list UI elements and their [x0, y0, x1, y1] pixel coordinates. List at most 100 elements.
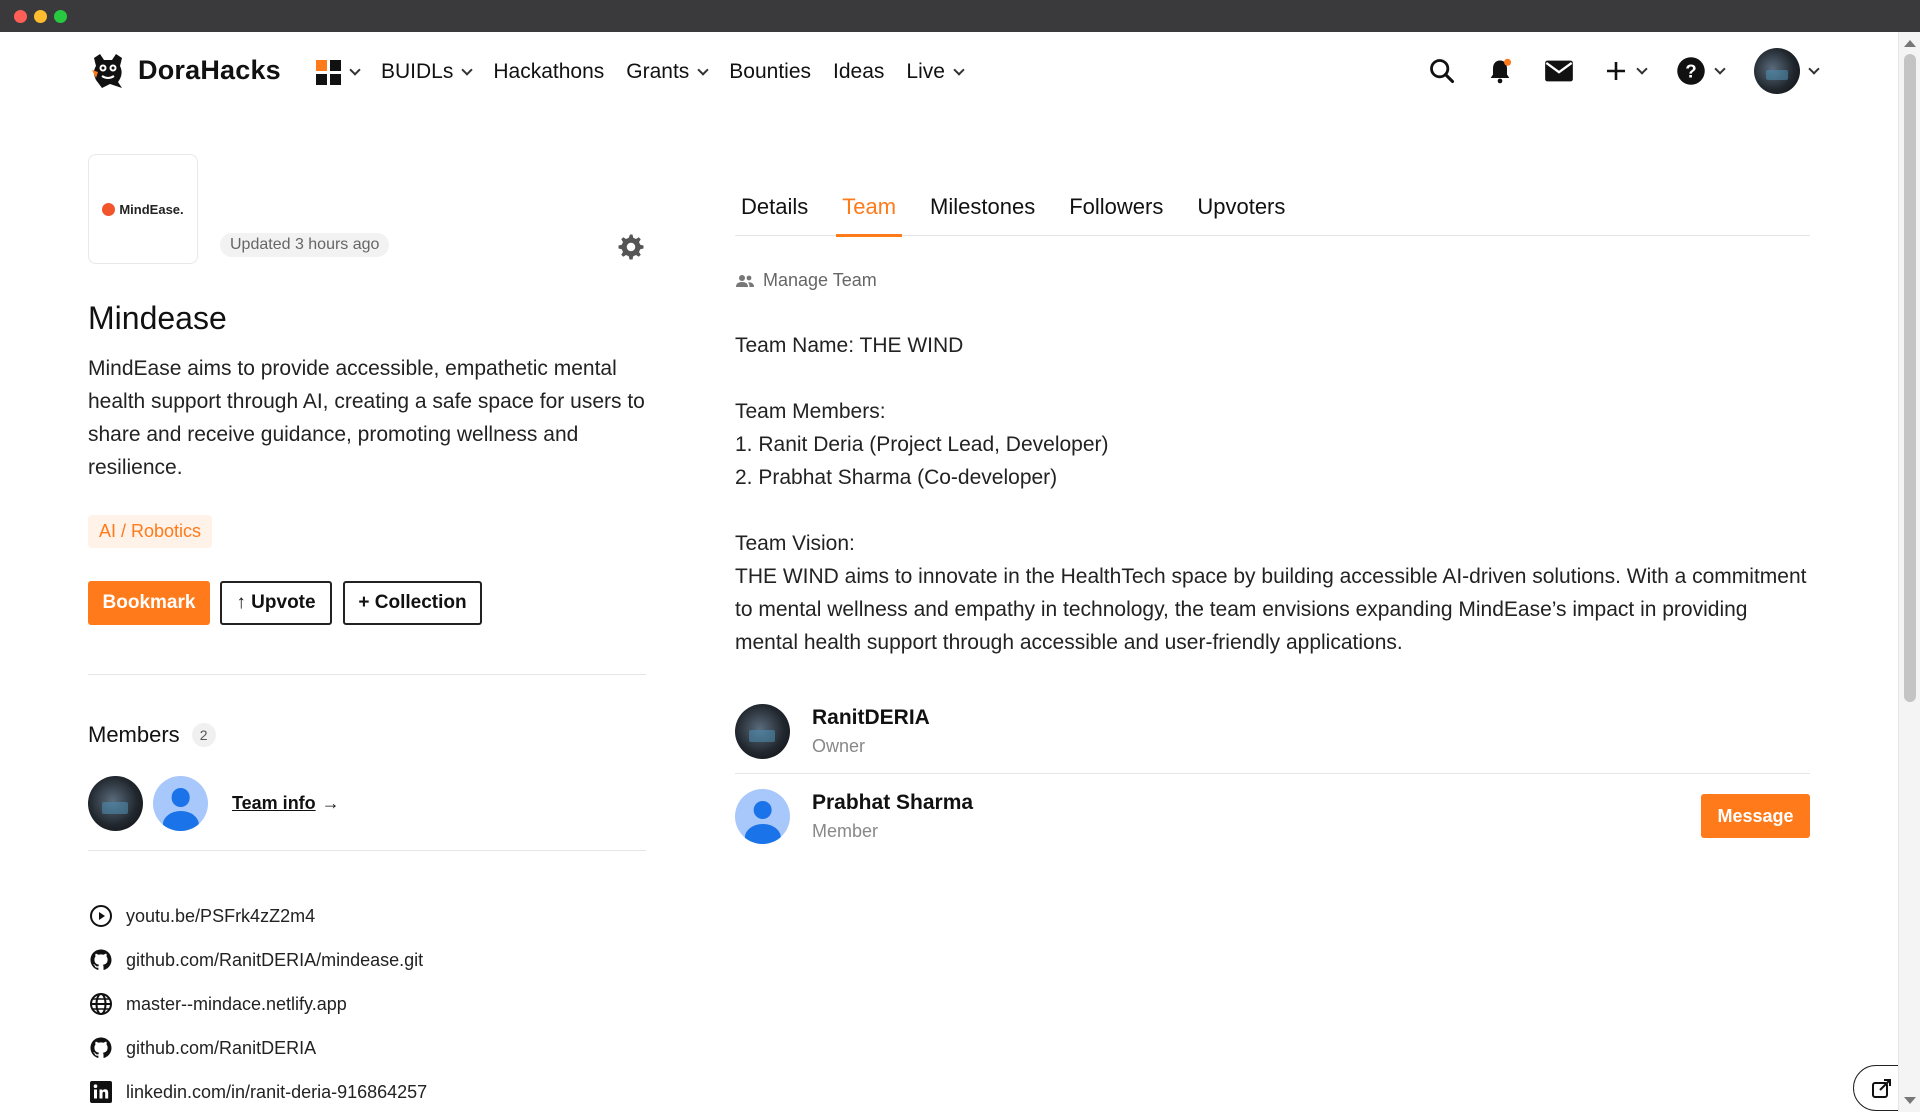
main-nav: BUIDLs Hackathons Grants Bounties Ideas … — [316, 54, 985, 90]
github-icon — [88, 947, 114, 973]
member-avatars: Team info → — [88, 776, 340, 831]
user-menu-button[interactable] — [1754, 48, 1820, 94]
close-window-button[interactable] — [14, 10, 27, 23]
chevron-down-icon — [953, 63, 965, 76]
team-member-row: Prabhat Sharma Member Message — [735, 774, 1810, 858]
project-tabs: Details Team Milestones Followers Upvote… — [735, 180, 1810, 237]
notifications-button[interactable] — [1486, 57, 1514, 85]
link-website[interactable]: master--mindace.netlify.app — [88, 982, 427, 1026]
link-linkedin[interactable]: linkedin.com/in/ranit-deria-916864257 — [88, 1070, 427, 1112]
project-title: Mindease — [88, 300, 227, 336]
chevron-down-icon — [697, 63, 709, 76]
mindease-leaf-icon — [102, 202, 116, 216]
help-icon: ? — [1677, 57, 1705, 85]
nav-item-live[interactable]: Live — [906, 60, 965, 84]
avatar[interactable] — [735, 704, 790, 759]
minimize-window-button[interactable] — [34, 10, 47, 23]
nav-item-grants[interactable]: Grants — [626, 60, 709, 84]
page-viewport: DoraHacks BUIDLs Hackathons Grants Bount… — [0, 32, 1898, 1112]
github-icon — [88, 1035, 114, 1061]
team-member-line: 2. Prabhat Sharma (Co-developer) — [735, 466, 1058, 489]
divider — [88, 850, 646, 851]
member-role: Member — [812, 820, 879, 841]
manage-team-button[interactable]: Manage Team — [735, 270, 877, 291]
avatar[interactable] — [735, 788, 790, 844]
top-header: DoraHacks BUIDLs Hackathons Grants Bount… — [0, 32, 1898, 112]
message-button[interactable]: Message — [1701, 794, 1810, 838]
team-description: Team Name: THE WIND Team Members: 1. Ran… — [735, 329, 1815, 659]
gear-icon — [618, 234, 644, 260]
tab-team[interactable]: Team — [836, 180, 902, 237]
upvote-button[interactable]: ↑ Upvote — [220, 581, 332, 625]
globe-icon — [88, 991, 114, 1017]
share-button[interactable] — [1853, 1065, 1898, 1111]
apps-grid-icon — [316, 59, 341, 85]
scroll-up-arrow[interactable] — [1904, 40, 1916, 47]
nav-item-bounties[interactable]: Bounties — [729, 60, 811, 84]
team-name-line: Team Name: THE WIND — [735, 334, 964, 357]
tab-details[interactable]: Details — [735, 180, 814, 236]
avatar[interactable] — [88, 776, 143, 831]
team-member-row: RanitDERIA Owner — [735, 690, 1810, 774]
member-role: Owner — [812, 736, 866, 756]
messages-button[interactable] — [1544, 58, 1574, 84]
bell-icon — [1490, 58, 1512, 84]
member-name[interactable]: Prabhat Sharma — [812, 791, 973, 815]
team-members-heading: Team Members: — [735, 400, 886, 423]
team-vision-heading: Team Vision: — [735, 532, 855, 555]
members-count-badge: 2 — [191, 723, 216, 747]
search-button[interactable] — [1428, 57, 1456, 85]
dorahacks-logo-icon — [92, 54, 122, 88]
team-member-line: 1. Ranit Deria (Project Lead, Developer) — [735, 433, 1109, 456]
add-collection-button[interactable]: + Collection — [343, 581, 482, 625]
scrollbar-thumb[interactable] — [1904, 54, 1916, 702]
vertical-scrollbar[interactable] — [1898, 32, 1920, 1112]
play-circle-icon — [88, 903, 114, 929]
project-logo-text: MindEase. — [119, 201, 184, 217]
chevron-down-icon — [349, 63, 361, 76]
team-info-link[interactable]: Team info → — [232, 793, 340, 814]
dorahacks-logo[interactable]: DoraHacks — [88, 50, 281, 90]
nav-item-buidls[interactable]: BUIDLs — [381, 60, 474, 84]
link-github-profile[interactable]: github.com/RanitDERIA — [88, 1026, 427, 1070]
window-titlebar — [0, 0, 1920, 32]
updated-badge: Updated 3 hours ago — [220, 233, 390, 257]
tab-milestones[interactable]: Milestones — [924, 180, 1041, 236]
tab-followers[interactable]: Followers — [1063, 180, 1169, 236]
nav-item-ideas[interactable]: Ideas — [833, 60, 884, 84]
chevron-down-icon — [1636, 62, 1648, 75]
avatar — [1754, 48, 1800, 94]
chevron-down-icon — [1808, 62, 1820, 75]
brand-name: DoraHacks — [138, 54, 281, 85]
member-name[interactable]: RanitDERIA — [812, 706, 930, 730]
chevron-down-icon — [461, 63, 474, 76]
mail-icon — [1545, 60, 1573, 82]
project-logo: MindEase. — [88, 154, 198, 264]
avatar[interactable] — [153, 776, 208, 831]
create-menu-button[interactable] — [1604, 59, 1648, 83]
linkedin-icon — [88, 1079, 114, 1105]
scroll-down-arrow[interactable] — [1904, 1097, 1916, 1104]
chevron-down-icon — [1714, 62, 1726, 75]
plus-icon — [1607, 62, 1625, 80]
category-tag[interactable]: AI / Robotics — [88, 515, 213, 548]
apps-menu[interactable] — [316, 59, 361, 85]
project-description: MindEase aims to provide accessible, emp… — [88, 357, 645, 479]
tab-upvoters[interactable]: Upvoters — [1191, 180, 1291, 236]
people-icon — [736, 274, 754, 287]
project-links: youtu.be/PSFrk4zZ2m4 github.com/RanitDER… — [88, 894, 427, 1112]
link-youtube[interactable]: youtu.be/PSFrk4zZ2m4 — [88, 894, 427, 938]
header-actions: ? — [1398, 46, 1820, 96]
bookmark-button[interactable]: Bookmark — [88, 581, 210, 625]
members-heading: Members 2 — [88, 722, 216, 748]
maximize-window-button[interactable] — [54, 10, 67, 23]
settings-button[interactable] — [615, 232, 645, 267]
help-menu-button[interactable]: ? — [1676, 56, 1726, 86]
arrow-right-icon: → — [321, 793, 340, 813]
link-github-repo[interactable]: github.com/RanitDERIA/mindease.git — [88, 938, 427, 982]
share-icon — [1872, 1079, 1891, 1098]
divider — [88, 674, 646, 675]
svg-text:?: ? — [1685, 60, 1696, 81]
nav-item-hackathons[interactable]: Hackathons — [493, 60, 604, 84]
search-icon — [1430, 59, 1455, 84]
